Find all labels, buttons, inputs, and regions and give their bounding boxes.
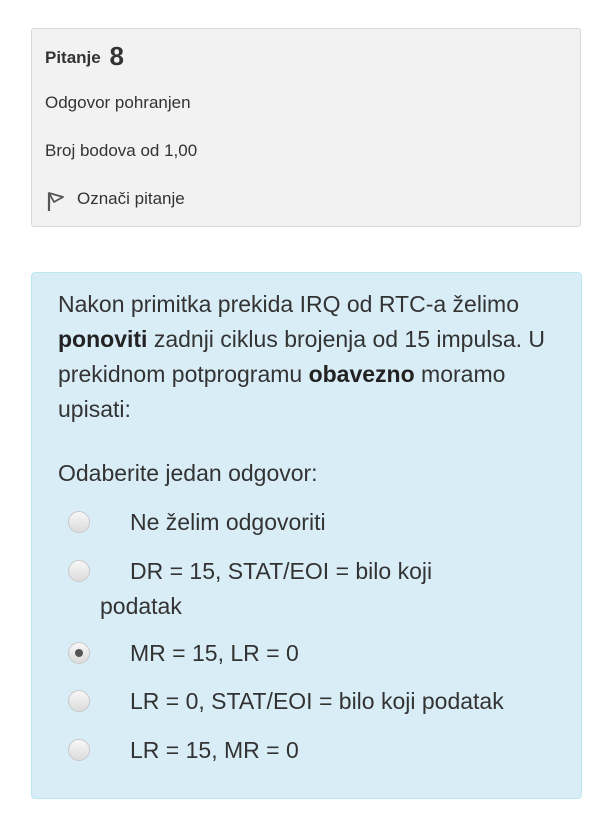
radio-button[interactable]	[68, 511, 90, 533]
answer-label[interactable]: Ne želim odgovoriti	[58, 505, 558, 540]
question-grade: Broj bodova od 1,00	[45, 141, 198, 160]
radio-button-checked[interactable]	[68, 642, 90, 664]
answer-option[interactable]: LR = 15, MR = 0	[58, 733, 558, 768]
question-formulation: Nakon primitka prekida IRQ od RTC-a želi…	[31, 272, 582, 799]
answer-option[interactable]: MR = 15, LR = 0	[58, 636, 558, 671]
radio-button[interactable]	[68, 560, 90, 582]
answer-label[interactable]: LR = 0, STAT/EOI = bilo koji podatak	[58, 684, 558, 719]
flag-icon	[47, 192, 64, 211]
question-label: Pitanje	[45, 48, 101, 67]
flag-question-label: Označi pitanje	[77, 189, 185, 208]
question-info-panel: Pitanje 8 Odgovor pohranjen Broj bodova …	[31, 28, 581, 227]
question-number: 8	[109, 41, 124, 71]
answer-label[interactable]: MR = 15, LR = 0	[58, 636, 558, 671]
answer-label[interactable]: LR = 15, MR = 0	[58, 733, 558, 768]
answer-option[interactable]: DR = 15, STAT/EOI = bilo koji podatak	[58, 554, 558, 624]
flag-question-link[interactable]: Označi pitanje	[45, 186, 185, 212]
question-text-bold: obavezno	[308, 361, 415, 387]
question-text: Nakon primitka prekida IRQ od RTC-a želi…	[58, 287, 558, 427]
radio-button[interactable]	[68, 739, 90, 761]
answer-prompt: Odaberite jedan odgovor:	[58, 460, 318, 486]
radio-button[interactable]	[68, 690, 90, 712]
answer-option[interactable]: LR = 0, STAT/EOI = bilo koji podatak	[58, 684, 558, 719]
question-state: Odgovor pohranjen	[45, 93, 191, 112]
answer-option[interactable]: Ne želim odgovoriti	[58, 505, 558, 540]
question-text-part: Nakon primitka prekida IRQ od RTC-a želi…	[58, 291, 520, 317]
answer-label[interactable]: DR = 15, STAT/EOI = bilo koji	[58, 554, 558, 589]
answer-label-continuation[interactable]: podatak	[58, 589, 558, 624]
question-heading: Pitanje 8	[45, 41, 124, 72]
question-text-bold: ponoviti	[58, 326, 148, 352]
